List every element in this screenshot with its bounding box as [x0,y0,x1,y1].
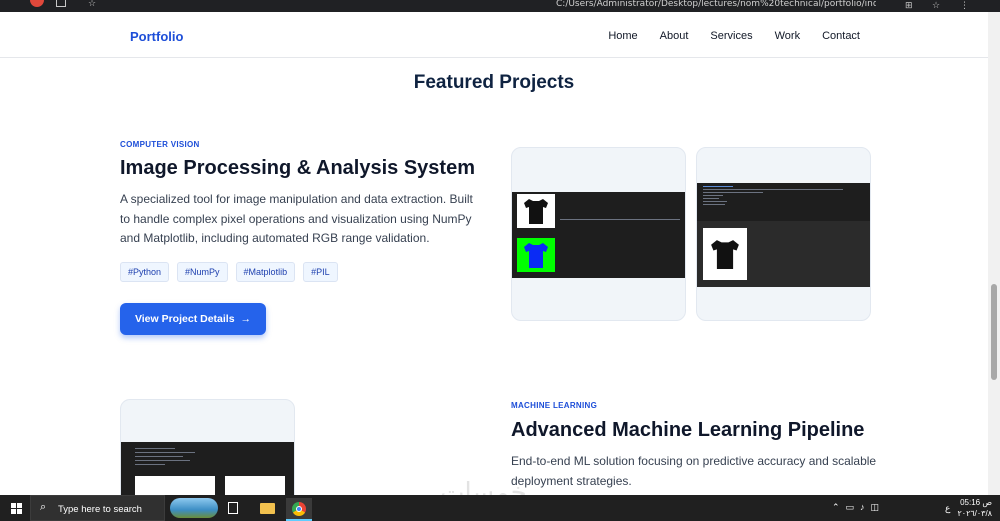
taskbar-clock[interactable]: 05:16 ص ٢٠٢٦/٠٣/٨ [957,497,992,519]
project-category: COMPUTER VISION [120,140,200,149]
portfolio-page: Portfolio Home About Services Work Conta… [0,12,988,495]
tshirt-blue-thumbnail [517,238,555,272]
nav-link-contact[interactable]: Contact [822,30,860,42]
cta-label: View Project Details [134,313,235,325]
project-description: A specialized tool for image manipulatio… [120,192,473,245]
task-view-icon[interactable] [228,502,238,514]
plot-thumbnail [135,476,215,495]
tag-matplotlib: #Matplotlib [235,262,296,282]
profile-icon[interactable] [30,0,44,7]
nav-links: Home About Services Work Contact [608,30,860,42]
chrome-taskbar-button[interactable] [286,498,312,521]
menu-icon[interactable]: ⋮ [960,0,969,11]
widgets-icon[interactable] [170,498,218,518]
site-logo[interactable]: Portfolio [130,29,183,44]
code-editor-screenshot [121,442,294,495]
tshirt-black-thumbnail [703,228,747,280]
nav-link-services[interactable]: Services [710,30,752,42]
project-description: End-to-end ML solution focusing on predi… [511,454,877,488]
tshirt-icon [524,199,548,224]
clock-time: 05:16 ص [960,498,992,507]
search-placeholder: Type here to search [58,504,142,515]
extensions-icon[interactable]: ☆ [932,0,940,11]
tag-python: #Python [120,262,170,282]
clock-date: ٢٠٢٦/٠٣/٨ [957,509,992,518]
plot-thumbnail [225,476,285,495]
project-title: Image Processing & Analysis System [120,157,475,179]
tshirt-icon [711,240,739,270]
project-screenshot-card[interactable] [511,147,686,321]
arrow-right-icon: → [240,313,252,325]
navbar: Portfolio Home About Services Work Conta… [0,12,988,58]
section-title: Featured Projects [413,72,575,93]
tshirt-icon [524,243,548,268]
nav-link-home[interactable]: Home [608,30,637,42]
tech-tags: #Python #NumPy #Matplotlib #PIL [120,262,338,282]
translate-icon[interactable]: ⊞ [905,0,913,11]
folder-icon[interactable] [260,503,275,514]
tag-pil: #PIL [303,262,338,282]
code-editor-screenshot [697,183,870,287]
windows-taskbar: ⌕ Type here to search ⌃▭♪◫ ع 05:16 ص ٢٠٢… [0,495,1000,521]
view-project-details-button[interactable]: View Project Details → [120,303,266,335]
windows-logo-icon[interactable] [11,503,22,514]
bookmark-star-icon[interactable]: ☆ [88,0,96,8]
search-icon: ⌕ [40,501,47,513]
address-bar[interactable]: C:/Users/Administrator/Desktop/lectures/… [556,0,876,9]
scrollbar-thumb[interactable] [991,284,997,380]
project-category: MACHINE LEARNING [511,401,598,410]
nav-link-work[interactable]: Work [775,30,800,42]
project-title: Advanced Machine Learning Pipeline [511,419,865,441]
chrome-icon [292,502,306,516]
language-indicator[interactable]: ع [945,503,950,514]
project-screenshot-card[interactable] [696,147,871,321]
nav-link-about[interactable]: About [660,30,689,42]
system-tray-icons[interactable]: ⌃▭♪◫ [832,502,885,513]
download-icon[interactable] [56,0,66,7]
tshirt-black-thumbnail [517,194,555,228]
code-editor-screenshot [512,192,685,278]
tag-numpy: #NumPy [177,262,228,282]
taskbar-search-box[interactable]: ⌕ Type here to search [30,495,165,521]
project-screenshot-card[interactable] [120,399,295,495]
page-scrollbar[interactable] [988,12,1000,495]
browser-chrome: ☆ C:/Users/Administrator/Desktop/lecture… [0,0,1000,12]
